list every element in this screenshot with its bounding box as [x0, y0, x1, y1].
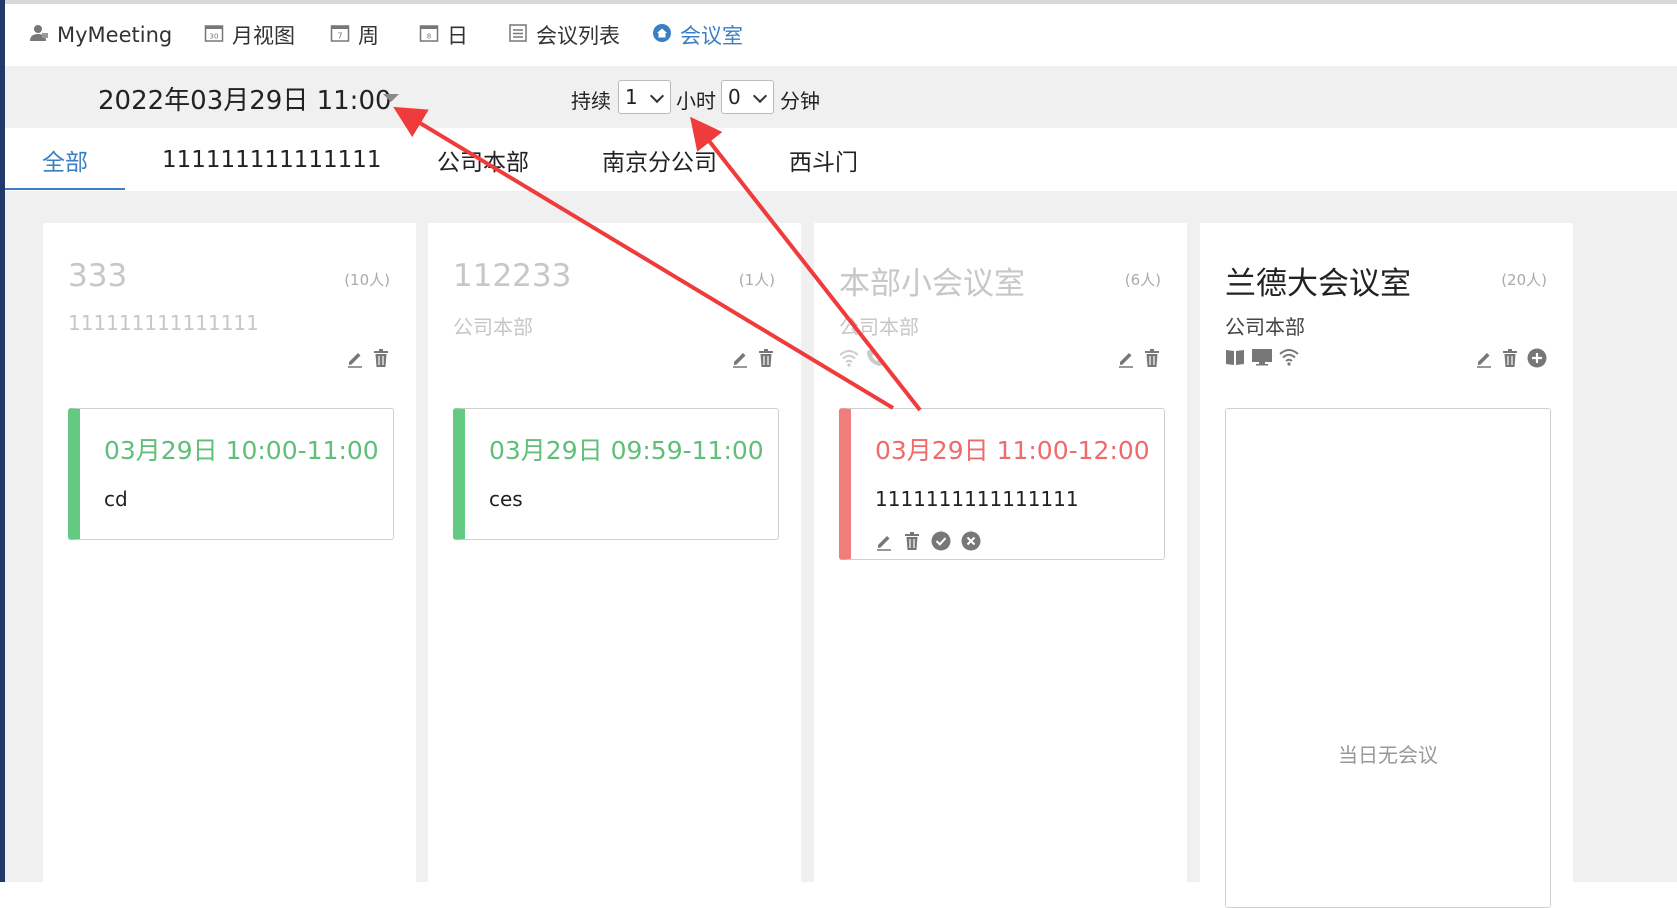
meeting-item[interactable]: 03月29日 09:59-11:00 ces: [453, 408, 779, 540]
room-name: 兰德大会议室: [1225, 266, 1411, 302]
top-nav: MyMeeting 30 月视图 7 周 8 日 会议列表 会议室: [5, 4, 1677, 66]
room-name: 112233: [453, 258, 572, 294]
tab-xidoumen[interactable]: 西斗门: [789, 128, 858, 191]
room-name: 333: [68, 258, 128, 294]
add-circle-icon[interactable]: [1527, 348, 1547, 372]
empty-schedule: 当日无会议: [1225, 408, 1551, 908]
room-branch: 公司本部: [453, 315, 533, 339]
room-card: 333 (10人) 111111111111111 03月29日 10:00-1…: [43, 223, 416, 903]
trash-icon[interactable]: [1143, 348, 1161, 372]
meeting-title: ces: [489, 487, 523, 511]
edit-icon[interactable]: [731, 348, 749, 372]
room-features: [1225, 348, 1299, 370]
room-card: 兰德大会议室 (20人) 公司本部 当日无会议: [1200, 223, 1573, 908]
hours-select[interactable]: 1: [618, 80, 671, 114]
calendar-day-icon: 8: [419, 23, 439, 48]
room-name: 本部小会议室: [839, 266, 1025, 302]
hours-value: 1: [625, 85, 638, 109]
nav-item-mymeeting[interactable]: MyMeeting: [29, 4, 172, 66]
whiteboard-icon: [1225, 348, 1245, 370]
edit-icon[interactable]: [346, 348, 364, 372]
tab-all[interactable]: 全部: [42, 128, 88, 191]
meeting-title: 1111111111111111: [875, 487, 1079, 511]
trash-icon[interactable]: [1501, 348, 1519, 372]
room-actions: [731, 348, 775, 372]
nav-item-day[interactable]: 8 日: [419, 4, 468, 66]
nav-label: MyMeeting: [57, 23, 173, 47]
minutes-select[interactable]: 0: [721, 80, 774, 114]
meeting-time: 03月29日 10:00-11:00: [104, 436, 379, 465]
room-board: 333 (10人) 111111111111111 03月29日 10:00-1…: [5, 191, 1677, 908]
calendar-week-icon: 7: [330, 23, 350, 48]
meeting-title: cd: [104, 487, 128, 511]
meeting-time: 03月29日 11:00-12:00: [875, 436, 1150, 465]
svg-text:7: 7: [337, 31, 342, 40]
tab-branch-111[interactable]: 111111111111111: [162, 128, 382, 191]
tab-nanjing-branch[interactable]: 南京分公司: [602, 128, 717, 191]
nav-item-month-view[interactable]: 30 月视图: [204, 4, 295, 66]
meeting-time: 03月29日 09:59-11:00: [489, 436, 764, 465]
wifi-icon: [1279, 348, 1299, 370]
calendar-month-icon: 30: [204, 23, 224, 48]
list-icon: [508, 23, 528, 48]
selected-datetime[interactable]: 2022年03月29日 11:00: [98, 80, 392, 117]
nav-label: 周: [358, 24, 379, 48]
room-branch: 公司本部: [839, 315, 919, 339]
active-tab-underline: [5, 188, 125, 190]
room-branch: 公司本部: [1225, 315, 1305, 339]
branch-tabs: 全部 111111111111111 公司本部 南京分公司 西斗门: [5, 128, 1677, 191]
phone-icon: [865, 348, 885, 372]
duration-label: 持续: [571, 89, 611, 113]
nav-item-meeting-room[interactable]: 会议室: [652, 4, 743, 66]
home-icon: [652, 23, 672, 48]
minutes-value: 0: [728, 85, 741, 109]
room-actions: [1475, 348, 1547, 372]
nav-item-meeting-list[interactable]: 会议列表: [508, 4, 620, 66]
room-actions: [346, 348, 390, 372]
check-circle-icon[interactable]: [931, 531, 951, 555]
user-icon: [29, 23, 49, 48]
edit-icon[interactable]: [1475, 348, 1493, 372]
no-meeting-text: 当日无会议: [1338, 743, 1438, 767]
room-capacity: (6人): [1124, 271, 1161, 289]
close-circle-icon[interactable]: [961, 531, 981, 555]
date-duration-toolbar: 2022年03月29日 11:00 持续 1 小时 0 分钟: [5, 66, 1677, 128]
trash-icon[interactable]: [903, 531, 921, 555]
wifi-icon: [839, 349, 859, 371]
room-card: 112233 (1人) 公司本部 03月29日 09:59-11:00 ces: [428, 223, 801, 903]
meeting-item[interactable]: 03月29日 10:00-11:00 cd: [68, 408, 394, 540]
chevron-down-icon: [649, 88, 665, 104]
room-capacity: (1人): [738, 271, 775, 289]
trash-icon[interactable]: [757, 348, 775, 372]
nav-item-week[interactable]: 7 周: [330, 4, 379, 66]
trash-icon[interactable]: [372, 348, 390, 372]
room-branch: 111111111111111: [68, 311, 259, 335]
meeting-item[interactable]: 03月29日 11:00-12:00 1111111111111111: [839, 408, 1165, 560]
edit-icon[interactable]: [1117, 348, 1135, 372]
nav-label: 会议列表: [536, 24, 620, 48]
room-capacity: (10人): [344, 271, 390, 289]
hours-unit-label: 小时: [676, 89, 716, 113]
room-actions: [1117, 348, 1161, 372]
nav-label: 会议室: [680, 24, 743, 48]
svg-text:8: 8: [427, 32, 431, 40]
edit-icon[interactable]: [875, 531, 893, 555]
room-capacity: (20人): [1501, 271, 1547, 289]
nav-label: 月视图: [232, 24, 295, 48]
chevron-down-icon: [752, 88, 768, 104]
minutes-unit-label: 分钟: [780, 89, 820, 113]
tab-headquarters[interactable]: 公司本部: [437, 128, 529, 191]
room-features: [839, 348, 885, 372]
meeting-actions: [875, 531, 981, 555]
monitor-icon: [1251, 348, 1273, 370]
room-card: 本部小会议室 (6人) 公司本部 03月29日 11:00-12:00 1111…: [814, 223, 1187, 903]
svg-text:30: 30: [210, 32, 219, 40]
date-dropdown-caret-icon[interactable]: [383, 94, 399, 102]
nav-label: 日: [447, 24, 468, 48]
